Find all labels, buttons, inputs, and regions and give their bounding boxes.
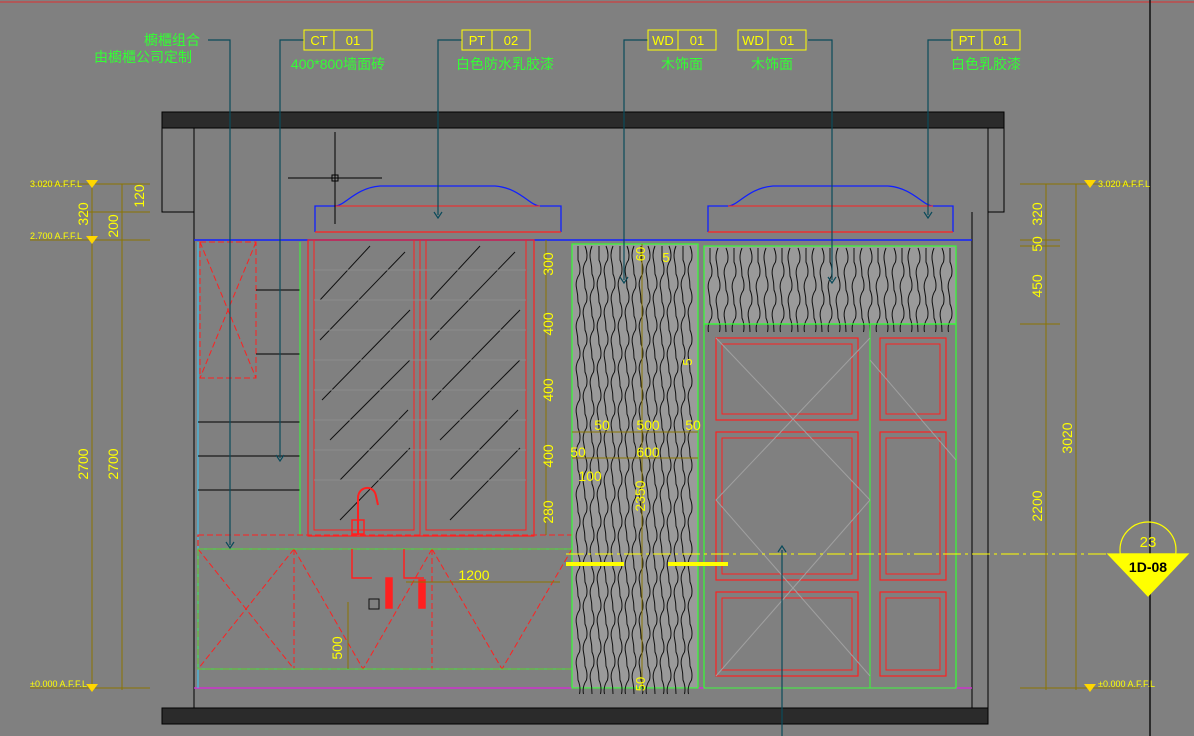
base-cabinets xyxy=(197,534,573,670)
floor-slab xyxy=(161,707,989,725)
tag-ct-code: CT xyxy=(310,33,327,48)
tag-ct-desc: 400*800墙面砖 xyxy=(291,56,385,72)
glass-upper-cabinets xyxy=(307,239,535,537)
cad-drawing-canvas: 櫥櫃组合 由櫥櫃公司定制 CT 01 400*800墙面砖 PT 02 白色防水… xyxy=(0,0,1194,736)
dim-50-b: 50 xyxy=(685,417,701,433)
cabinet-note-line2: 由櫥櫃公司定制 xyxy=(94,49,192,65)
tag-pt02-num: 02 xyxy=(504,33,518,48)
tag-pt01-code: PT xyxy=(959,33,976,48)
tag-wd2-desc: 木饰面 xyxy=(751,56,793,72)
tag-wd1-num: 01 xyxy=(690,33,704,48)
dim-5-b: 5 xyxy=(680,358,695,365)
dim-left-2700-a: 2700 xyxy=(75,448,91,479)
dim-500-b: 500 xyxy=(636,417,660,433)
tag-wd1-code: WD xyxy=(652,33,674,48)
dim-500: 500 xyxy=(329,636,345,660)
level-bot-left: ±0.000 A.F.F.L xyxy=(30,679,87,689)
dim-400-c: 400 xyxy=(540,444,556,468)
level-mid-left: 2.700 A.F.F.L xyxy=(30,231,82,241)
dim-left-200: 200 xyxy=(105,214,121,238)
wood-panel-center xyxy=(571,243,699,689)
tag-wd1-desc: 木饰面 xyxy=(661,56,703,72)
tag-pt02-code: PT xyxy=(469,33,486,48)
tag-pt01-desc: 白色乳胶漆 xyxy=(951,56,1021,72)
dim-left-120: 120 xyxy=(131,184,147,208)
tag-pt02-desc: 白色防水乳胶漆 xyxy=(456,56,554,72)
dim-50-a: 50 xyxy=(594,417,610,433)
dim-50-d: 50 xyxy=(633,677,648,691)
section-number: 23 xyxy=(1140,534,1157,551)
dim-300: 300 xyxy=(540,252,556,276)
door-panels xyxy=(703,323,957,689)
tag-wd2-num: 01 xyxy=(780,33,794,48)
ceiling-trough-right xyxy=(707,185,954,233)
ceiling-slab xyxy=(161,111,1005,129)
dim-right-50: 50 xyxy=(1029,236,1045,252)
section-mark-b xyxy=(668,562,728,566)
dim-100: 100 xyxy=(578,468,602,484)
left-dimension-lines xyxy=(30,183,150,690)
dim-right-2200: 2200 xyxy=(1029,490,1045,521)
dim-400-b: 400 xyxy=(540,378,556,402)
dim-right-450: 450 xyxy=(1029,274,1045,298)
dim-5-a: 5 xyxy=(662,250,669,265)
dim-600: 600 xyxy=(636,444,660,460)
dim-50-c: 50 xyxy=(570,444,586,460)
dim-left-320: 320 xyxy=(75,202,91,226)
dim-60: 60 xyxy=(633,247,648,261)
dim-2350: 2350 xyxy=(632,480,648,511)
right-dimension-lines xyxy=(1020,183,1140,690)
section-sheet: 1D-08 xyxy=(1129,559,1167,575)
tag-pt01-num: 01 xyxy=(994,33,1008,48)
plumbing xyxy=(351,549,426,610)
dim-280: 280 xyxy=(540,500,556,524)
dim-left-2700-b: 2700 xyxy=(105,448,121,479)
section-mark-a xyxy=(566,562,624,566)
tag-wd2-code: WD xyxy=(742,33,764,48)
level-top-right: 3.020 A.F.F.L xyxy=(1098,179,1150,189)
tag-ct-num: 01 xyxy=(346,33,360,48)
level-top-left: 3.020 A.F.F.L xyxy=(30,179,82,189)
cursor-crosshair xyxy=(288,132,382,224)
dim-right-3020: 3020 xyxy=(1059,422,1075,453)
level-bot-right: ±0.000 A.F.F.L xyxy=(1098,679,1155,689)
tall-cabinet-left xyxy=(197,241,301,688)
dim-right-320: 320 xyxy=(1029,202,1045,226)
dim-1200: 1200 xyxy=(458,567,489,583)
dim-400-a: 400 xyxy=(540,312,556,336)
cabinet-note-line1: 櫥櫃组合 xyxy=(144,32,200,48)
